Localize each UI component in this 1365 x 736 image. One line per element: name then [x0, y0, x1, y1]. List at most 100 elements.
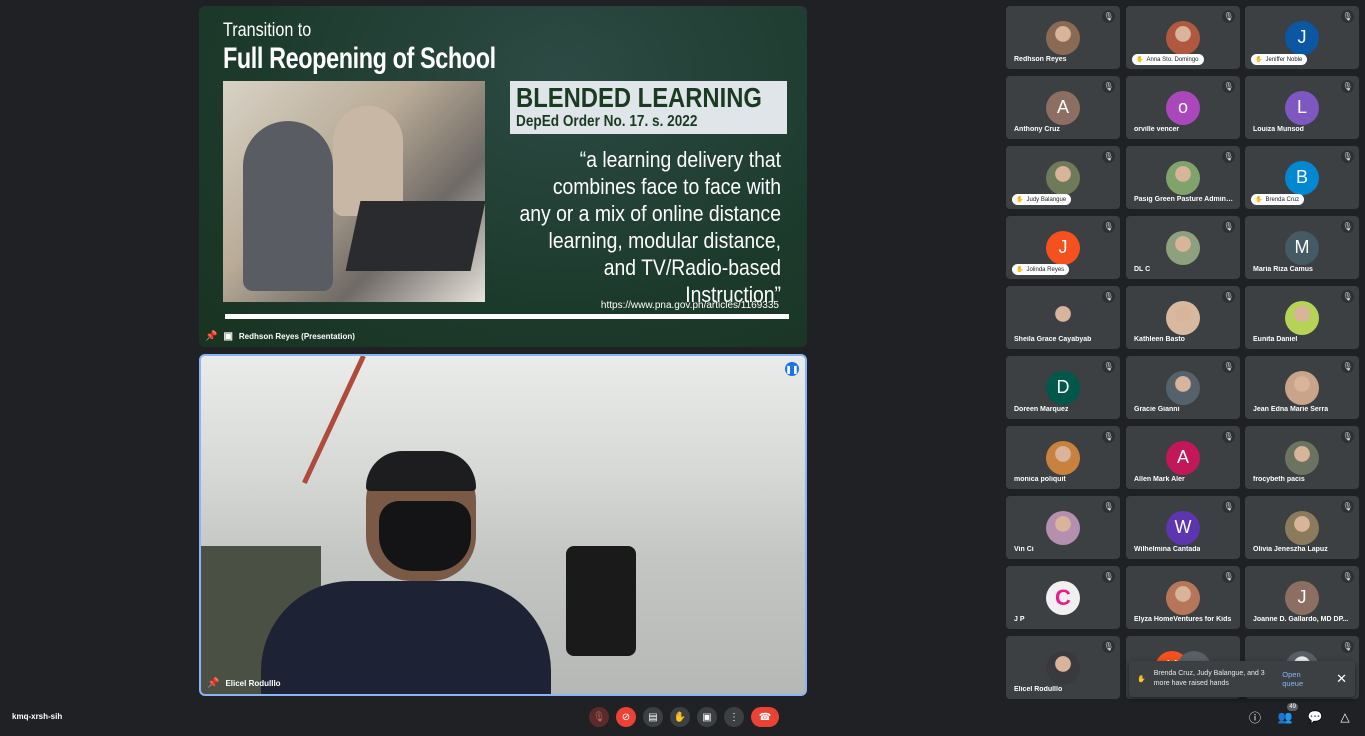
side-controls: ⓘ 👥 49 💬 △ — [1247, 703, 1353, 725]
participant-tile[interactable]: M 🎙 Maria Riza Camus — [1245, 216, 1359, 279]
mic-muted-icon: 🎙 — [1222, 80, 1235, 93]
avatar — [1166, 370, 1200, 405]
participant-tile[interactable]: A 🎙 Anthony Cruz — [1006, 76, 1120, 139]
camera-off-button[interactable]: ⊘ — [616, 707, 636, 727]
presentation-tile: Transition to Full Reopening of School B… — [199, 6, 807, 347]
participant-tile[interactable]: B 🎙 ✋ Brenda Cruz — [1245, 146, 1359, 209]
avatar: B — [1285, 160, 1319, 195]
participant-name: Olivia Jeneszha Lapuz — [1253, 546, 1328, 553]
mic-muted-icon: 🎙 — [1102, 430, 1115, 443]
participant-tile[interactable]: 🎙 ✋ Anna Sto. Domingo — [1126, 6, 1240, 69]
participant-name: Wilhelmina Cantada — [1134, 546, 1201, 553]
avatar: J — [1285, 20, 1319, 55]
speaking-indicator-icon: ❚❚ — [785, 362, 799, 376]
participant-name: Anthony Cruz — [1014, 126, 1060, 133]
raised-hand-chip: ✋ Jolinda Reyes — [1012, 264, 1070, 275]
participant-tile[interactable]: 🎙 Pasig Green Pasture Adminis... — [1126, 146, 1240, 209]
participant-tile[interactable]: 🎙 ✋ Judy Balangue — [1006, 146, 1120, 209]
participant-tile[interactable]: 🎙 Olivia Jeneszha Lapuz — [1245, 496, 1359, 559]
leave-call-button[interactable]: ☎ — [751, 707, 779, 727]
mic-muted-icon: 🎙 — [1102, 500, 1115, 513]
mic-muted-icon: 🎙 — [1102, 570, 1115, 583]
participant-tile[interactable]: 🎙 Elicel Rodulllo — [1006, 636, 1120, 699]
hand-icon: ✋ — [1136, 57, 1144, 63]
avatar — [1046, 160, 1080, 195]
avatar: C — [1046, 580, 1080, 615]
more-options-button[interactable]: ⋮ — [724, 707, 744, 727]
speaker-video-tile[interactable]: ❚❚ 📌 Elicel Rodulllo — [199, 354, 807, 696]
slide-divider — [225, 314, 789, 319]
participant-name: orville vencer — [1134, 126, 1180, 133]
mic-muted-icon: 🎙 — [1341, 570, 1354, 583]
participant-name: monica poliquit — [1014, 476, 1066, 483]
captions-button[interactable]: ▤ — [643, 707, 663, 727]
mic-muted-icon: 🎙 — [1222, 430, 1235, 443]
hand-icon: ✋ — [1255, 57, 1263, 63]
presenter-name: Redhson Reyes (Presentation) — [238, 332, 355, 341]
avatar: J — [1046, 230, 1080, 265]
participant-tile[interactable]: 🎙 Gracie Gianni — [1126, 356, 1240, 419]
avatar: A — [1046, 90, 1080, 125]
mic-off-button[interactable]: 🎙 — [589, 707, 609, 727]
participant-tile[interactable]: 🎙 frocybeth pacis — [1245, 426, 1359, 489]
slide-title-line1: Transition to — [223, 20, 312, 41]
mic-muted-icon: 🎙 — [1102, 290, 1115, 303]
mic-muted-icon: 🎙 — [1222, 220, 1235, 233]
participant-name: Brenda Cruz — [1265, 196, 1300, 203]
participant-name: Anna Sto. Domingo — [1146, 56, 1199, 63]
participant-tile[interactable]: A 🎙 Allen Mark Aler — [1126, 426, 1240, 489]
raised-hand-chip: ✋ Judy Balangue — [1012, 194, 1072, 205]
slide-title-line2: Full Reopening of School — [223, 42, 496, 75]
participant-tile[interactable]: J 🎙 ✋ Jolinda Reyes — [1006, 216, 1120, 279]
participant-tile[interactable]: 🎙 Sheila Grace Cayabyab — [1006, 286, 1120, 349]
present-button[interactable]: ▣ — [697, 707, 717, 727]
participant-tile[interactable]: 🎙 DL C — [1126, 216, 1240, 279]
avatar — [1166, 160, 1200, 195]
participant-tile[interactable]: D 🎙 Doreen Marquez — [1006, 356, 1120, 419]
pin-icon[interactable]: 📌 — [207, 678, 219, 689]
participant-tile[interactable]: 🎙 Elyza HomeVentures for Kids — [1126, 566, 1240, 629]
hand-icon: ✋ — [1016, 267, 1024, 273]
mic-muted-icon: 🎙 — [1102, 150, 1115, 163]
participant-tile[interactable]: 🎙 Kathleen Basto — [1126, 286, 1240, 349]
avatar: M — [1285, 230, 1319, 265]
mic-muted-icon: 🎙 — [1341, 360, 1354, 373]
participant-tile[interactable]: 🎙 Jean Edna Marie Serra — [1245, 356, 1359, 419]
chat-button[interactable]: 💬 — [1307, 709, 1323, 725]
people-button[interactable]: 👥 49 — [1277, 703, 1298, 725]
participant-tile[interactable]: o 🎙 orville vencer — [1126, 76, 1240, 139]
avatar — [1166, 230, 1200, 265]
raise-hand-button[interactable]: ✋ — [670, 707, 690, 727]
avatar: A — [1166, 440, 1200, 475]
raised-hand-chip: ✋ Anna Sto. Domingo — [1132, 54, 1204, 65]
speaker-name: Elicel Rodulllo — [225, 679, 281, 688]
mic-muted-icon: 🎙 — [1222, 500, 1235, 513]
participant-name: Eunita Daniel — [1253, 336, 1298, 343]
present-screen-icon: ▣ — [223, 331, 233, 342]
participant-tile[interactable]: J 🎙 Joanne D. Gallardo, MD DP... — [1245, 566, 1359, 629]
open-queue-link[interactable]: Open queue — [1282, 670, 1322, 688]
raised-hand-chip: ✋ Jeniffer Noble — [1251, 54, 1308, 65]
participant-name: Maria Riza Camus — [1253, 266, 1313, 273]
avatar: L — [1285, 90, 1319, 125]
pin-icon[interactable]: 📌 — [205, 331, 217, 342]
participant-tile[interactable]: W 🎙 Wilhelmina Cantada — [1126, 496, 1240, 559]
participant-tile[interactable]: C 🎙 J P — [1006, 566, 1120, 629]
participant-tile[interactable]: J 🎙 ✋ Jeniffer Noble — [1245, 6, 1359, 69]
participant-tile[interactable]: 🎙 Vin Ci — [1006, 496, 1120, 559]
participant-tile[interactable]: 🎙 monica poliquit — [1006, 426, 1120, 489]
participant-name: Jolinda Reyes — [1026, 266, 1065, 273]
activities-button[interactable]: △ — [1337, 709, 1353, 725]
participant-name: Vin Ci — [1014, 546, 1034, 553]
participant-tile[interactable]: L 🎙 Louiza Munsod — [1245, 76, 1359, 139]
control-bar: 🎙 ⊘ ▤ ✋ ▣ ⋮ ☎ — [589, 707, 779, 727]
close-icon[interactable]: ✕ — [1336, 671, 1347, 687]
avatar — [1046, 20, 1080, 55]
avatar: o — [1166, 90, 1200, 125]
participant-tile[interactable]: 🎙 Redhson Reyes — [1006, 6, 1120, 69]
avatar — [1046, 440, 1080, 475]
meeting-code: kmq-xrsh-sih — [12, 712, 63, 721]
meeting-info-button[interactable]: ⓘ — [1247, 709, 1263, 725]
participant-name: Elyza HomeVentures for Kids — [1134, 616, 1232, 623]
participant-tile[interactable]: 🎙 Eunita Daniel — [1245, 286, 1359, 349]
